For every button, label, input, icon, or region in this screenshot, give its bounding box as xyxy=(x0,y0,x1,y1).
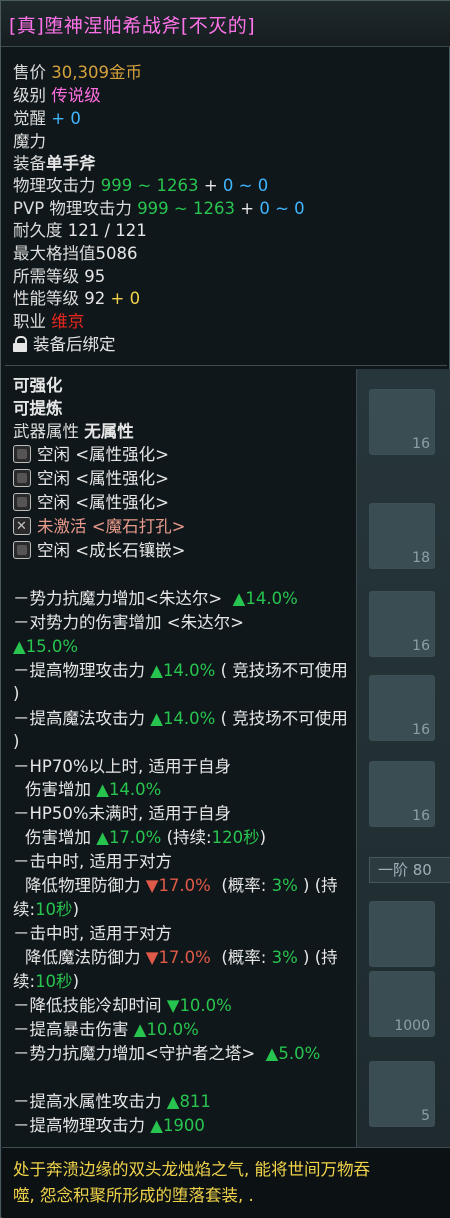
price-value: 30,309金币 xyxy=(51,63,142,82)
item-tooltip: 16 18 16 16 16 一阶 80 1000 5 [真]堕神涅帕希战斧[不… xyxy=(0,0,450,1218)
effect-line-cont: 伤害增加 ▲17.0% (持续:120秒) xyxy=(25,828,267,847)
effect-line: －击中时, 适用于对方 xyxy=(13,924,172,943)
grade-row: 级别 传说级 xyxy=(13,86,101,105)
effect-line: －提高暴击伤害 ▲10.0% xyxy=(13,1020,199,1039)
socket-row-inactive: 未激活 <魔石打孔> xyxy=(13,516,185,538)
inventory-slot: 16 xyxy=(369,591,435,657)
socket-row: 空闲 <成长石镶嵌> xyxy=(13,540,185,562)
growth-socket-icon xyxy=(13,541,31,559)
inventory-slot: 16 xyxy=(369,389,435,455)
effect-line: －提高物理攻击力 ▲14.0% ( 竞技场不可使用 xyxy=(13,661,348,680)
magic-row: 魔力 xyxy=(13,132,46,151)
effect-line-cont: ) xyxy=(13,684,20,703)
effect-line-cont: 续:10秒) xyxy=(13,900,79,919)
item-title: [真]堕神涅帕希战斧[不灭的] xyxy=(9,15,256,37)
extra-stat-line: －提高物理攻击力 ▲1900 xyxy=(13,1116,205,1135)
pvp-attack-row: PVP 物理攻击力 999 ~ 1263 + 0 ~ 0 xyxy=(13,199,305,218)
durability-row: 耐久度 121 / 121 xyxy=(13,221,147,240)
bind-row: 装备后绑定 xyxy=(13,334,116,356)
effect-line: －对势力的伤害增加 <朱达尔> xyxy=(13,613,244,632)
enhanceable-label: 可强化 xyxy=(13,376,63,395)
inventory-slot: 5 xyxy=(369,1061,435,1127)
effect-line-cont: ) xyxy=(13,732,20,751)
effect-line: －势力抗魔力增加<守护者之塔> ▲5.0% xyxy=(13,1044,321,1063)
awaken-row: 觉醒 + 0 xyxy=(13,109,81,128)
empty-socket-icon xyxy=(13,469,31,487)
job-row: 职业 维京 xyxy=(13,312,85,331)
effect-line: －提高魔法攻击力 ▲14.0% ( 竞技场不可使用 xyxy=(13,709,348,728)
tab-tier: 一阶 80 xyxy=(369,857,450,883)
description-line: 处于奔溃边缘的双头龙烛焰之气, 能将世间万物吞 xyxy=(13,1160,370,1179)
awaken-value: + 0 xyxy=(51,109,81,128)
effect-line: －势力抗魔力增加<朱达尔> ▲14.0% xyxy=(13,589,298,608)
title-bar: [真]堕神涅帕希战斧[不灭的] xyxy=(1,1,450,47)
required-level-row: 所需等级 95 xyxy=(13,267,106,286)
physical-attack-row: 物理攻击力 999 ~ 1263 + 0 ~ 0 xyxy=(13,176,269,195)
socket-row: 空闲 <属性强化> xyxy=(13,492,169,514)
inventory-slot: 16 xyxy=(369,675,435,741)
inventory-slot: 18 xyxy=(369,503,435,569)
effect-line-cont: 降低物理防御力 ▼17.0% (概率: 3% ) (持 xyxy=(25,876,338,895)
price-row: 售价 30,309金币 xyxy=(13,63,142,82)
grade-value: 传说级 xyxy=(51,86,101,105)
effect-line: －HP70%以上时, 适用于自身 xyxy=(13,757,232,776)
effect-line-cont: ▲15.0% xyxy=(13,637,79,656)
refinable-label: 可提炼 xyxy=(13,399,63,418)
equip-type: 单手斧 xyxy=(46,154,96,173)
effect-line-cont: 续:10秒) xyxy=(13,972,79,991)
description-line: 噬, 怨念积聚所形成的堕落套装, . xyxy=(13,1186,254,1205)
weapon-attribute-row: 武器属性 无属性 xyxy=(13,422,134,441)
performance-level-row: 性能等级 92 + 0 xyxy=(13,289,141,308)
empty-socket-icon xyxy=(13,445,31,463)
effect-line: －HP50%未满时, 适用于自身 xyxy=(13,804,232,823)
effect-line-cont: 伤害增加 ▲14.0% xyxy=(25,780,162,799)
inventory-slot: 16 xyxy=(369,761,435,827)
equip-row: 装备单手斧 xyxy=(13,154,96,173)
inventory-slot xyxy=(369,901,435,967)
socket-row: 空闲 <属性强化> xyxy=(13,468,169,490)
socket-row: 空闲 <属性强化> xyxy=(13,444,169,466)
effect-line: －降低技能冷却时间 ▼10.0% xyxy=(13,996,232,1015)
extra-stat-line: －提高水属性攻击力 ▲811 xyxy=(13,1092,211,1111)
inventory-slot: 1000 xyxy=(369,971,435,1037)
block-row: 最大格挡值5086 xyxy=(13,244,138,263)
effect-line: －击中时, 适用于对方 xyxy=(13,852,172,871)
empty-socket-icon xyxy=(13,493,31,511)
inactive-socket-icon xyxy=(13,516,31,538)
lock-icon xyxy=(13,336,27,352)
divider xyxy=(5,365,447,366)
effect-line-cont: 降低魔法防御力 ▼17.0% (概率: 3% ) (持 xyxy=(25,948,338,967)
job-value: 维京 xyxy=(51,312,85,331)
